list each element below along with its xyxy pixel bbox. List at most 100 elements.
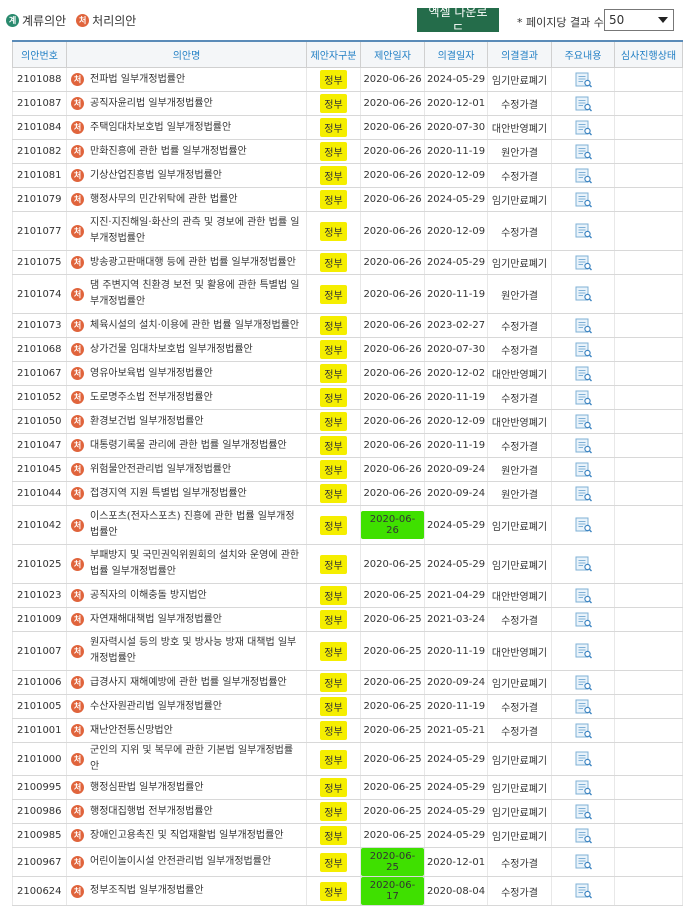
- perpage-value: 50: [609, 13, 625, 27]
- table-row: 2101079 처 행정사무의 민간위탁에 관한 법률안 정부 2020-06-…: [12, 187, 683, 212]
- document-search-icon[interactable]: [573, 804, 593, 820]
- document-search-icon[interactable]: [573, 723, 593, 739]
- bill-number: 2101079: [12, 187, 67, 212]
- document-search-icon[interactable]: [573, 828, 593, 844]
- bill-title-link[interactable]: 부패방지 및 국민권익위원회의 설치와 운영에 관한 법률 일부개정법률안: [90, 548, 302, 580]
- proposer-cell: 정부: [306, 607, 361, 632]
- table-row: 2101073 처 체육시설의 설치·이용에 관한 법률 일부개정법률안 정부 …: [12, 313, 683, 338]
- document-search-icon[interactable]: [573, 414, 593, 430]
- bill-title-link[interactable]: 환경보건법 일부개정법률안: [90, 414, 204, 430]
- bill-title-link[interactable]: 대통령기록물 관리에 관한 법률 일부개정법률안: [90, 438, 287, 454]
- bill-title-link[interactable]: 어린이놀이시설 안전관리법 일부개정법률안: [90, 854, 271, 870]
- col-decided-date[interactable]: 의결일자: [424, 40, 488, 68]
- table-row: 2101081 처 기상산업진흥법 일부개정법률안 정부 2020-06-26 …: [12, 163, 683, 188]
- document-search-icon[interactable]: [573, 255, 593, 271]
- document-search-icon[interactable]: [573, 643, 593, 659]
- table-row: 2101082 처 만화진흥에 관한 법률 일부개정법률안 정부 2020-06…: [12, 139, 683, 164]
- bill-title-link[interactable]: 공직자윤리법 일부개정법률안: [90, 96, 213, 112]
- proposed-date: 2020-06-26: [363, 368, 422, 379]
- col-result[interactable]: 의결결과: [487, 40, 552, 68]
- proposer-cell: 정부: [306, 361, 361, 386]
- bill-title-link[interactable]: 수산자원관리법 일부개정법률안: [90, 699, 222, 715]
- bill-title-link[interactable]: 재난안전통신망법안: [90, 723, 173, 739]
- bill-title-link[interactable]: 원자력시설 등의 방호 및 방사능 방재 대책법 일부개정법률안: [90, 635, 302, 667]
- document-search-icon[interactable]: [573, 438, 593, 454]
- bill-title-link[interactable]: 도로명주소법 전부개정법률안: [90, 390, 213, 406]
- perpage-label: * 페이지당 결과 수: [517, 16, 604, 29]
- bill-title-link[interactable]: 체육시설의 설치·이용에 관한 법률 일부개정법률안: [90, 318, 299, 334]
- bill-title-link[interactable]: 방송광고판매대행 등에 관한 법률 일부개정법률안: [90, 255, 296, 271]
- document-search-icon[interactable]: [573, 854, 593, 870]
- document-search-icon[interactable]: [573, 675, 593, 691]
- status-legend: 계 계류의안 처 처리의안: [6, 12, 136, 29]
- bill-title-link[interactable]: 지진·지진해일·화산의 관측 및 경보에 관한 법률 일부개정법률안: [90, 215, 302, 247]
- col-summary[interactable]: 주요내용: [551, 40, 615, 68]
- bill-title-cell: 처 만화진흥에 관한 법률 일부개정법률안: [66, 139, 307, 164]
- bill-title-link[interactable]: 기상산업진흥법 일부개정법률안: [90, 168, 222, 184]
- decided-date: 2020-09-24: [424, 670, 488, 695]
- document-search-icon[interactable]: [573, 318, 593, 334]
- bill-title-link[interactable]: 만화진흥에 관한 법률 일부개정법률안: [90, 144, 247, 160]
- document-search-icon[interactable]: [573, 751, 593, 767]
- bill-title-link[interactable]: 접경지역 지원 특별법 일부개정법률안: [90, 486, 247, 502]
- document-search-icon[interactable]: [573, 192, 593, 208]
- document-search-icon[interactable]: [573, 780, 593, 796]
- document-search-icon[interactable]: [573, 168, 593, 184]
- document-search-icon[interactable]: [573, 612, 593, 628]
- col-review-status[interactable]: 심사진행상태: [614, 40, 683, 68]
- bill-title-link[interactable]: 행정대집행법 전부개정법률안: [90, 804, 213, 820]
- document-search-icon[interactable]: [573, 486, 593, 502]
- document-search-icon[interactable]: [573, 588, 593, 604]
- col-bill-title[interactable]: 의안명: [66, 40, 307, 68]
- bill-title-link[interactable]: 정부조직법 일부개정법률안: [90, 883, 204, 899]
- bill-title-link[interactable]: 상가건물 임대차보호법 일부개정법률안: [90, 342, 253, 358]
- document-search-icon[interactable]: [573, 223, 593, 239]
- proposer-cell: 정부: [306, 187, 361, 212]
- bill-title-link[interactable]: 군인의 지위 및 복무에 관한 기본법 일부개정법률안: [90, 743, 302, 775]
- document-search-icon[interactable]: [573, 72, 593, 88]
- document-search-icon[interactable]: [573, 120, 593, 136]
- processed-badge-icon: 처: [71, 145, 84, 158]
- bill-number: 2100995: [12, 775, 67, 800]
- document-search-icon[interactable]: [573, 390, 593, 406]
- bill-title-link[interactable]: 영유아보육법 일부개정법률안: [90, 366, 213, 382]
- summary-cell: [551, 607, 615, 632]
- document-search-icon[interactable]: [573, 556, 593, 572]
- col-proposer[interactable]: 제안자구분: [306, 40, 361, 68]
- document-search-icon[interactable]: [573, 144, 593, 160]
- bill-title-link[interactable]: 장애인고용촉진 및 직업재활법 일부개정법률안: [90, 828, 284, 844]
- bill-title-link[interactable]: 댐 주변지역 친환경 보전 및 활용에 관한 특별법 일부개정법률안: [90, 278, 302, 310]
- bill-title-link[interactable]: 전파법 일부개정법률안: [90, 72, 185, 88]
- col-bill-number[interactable]: 의안번호: [12, 40, 67, 68]
- review-status: [614, 631, 683, 671]
- bill-title-link[interactable]: 급경사지 재해예방에 관한 법률 일부개정법률안: [90, 675, 287, 691]
- review-status: [614, 409, 683, 434]
- proposed-date-highlight: 2020-06-26: [361, 511, 424, 539]
- decided-date: 2020-11-19: [424, 433, 488, 458]
- table-row: 2101045 처 위험물안전관리법 일부개정법률안 정부 2020-06-26…: [12, 457, 683, 482]
- bill-title-link[interactable]: 자연재해대책법 일부개정법률안: [90, 612, 222, 628]
- decided-date: 2020-09-24: [424, 481, 488, 506]
- bill-title-link[interactable]: 행정심판법 일부개정법률안: [90, 780, 204, 796]
- col-proposed-date[interactable]: 제안일자: [360, 40, 425, 68]
- proposer-cell: 정부: [306, 67, 361, 92]
- bill-title-link[interactable]: 이스포츠(전자스포츠) 진흥에 관한 법률 일부개정법률안: [90, 509, 302, 541]
- document-search-icon[interactable]: [573, 462, 593, 478]
- document-search-icon[interactable]: [573, 517, 593, 533]
- perpage-select[interactable]: 50: [604, 9, 674, 31]
- bill-title-link[interactable]: 공직자의 이해충돌 방지법안: [90, 588, 207, 604]
- document-search-icon[interactable]: [573, 366, 593, 382]
- proposed-date: 2020-06-25: [363, 753, 422, 765]
- document-search-icon[interactable]: [573, 699, 593, 715]
- document-search-icon[interactable]: [573, 96, 593, 112]
- document-search-icon[interactable]: [573, 883, 593, 899]
- bill-title-link[interactable]: 위험물안전관리법 일부개정법률안: [90, 462, 231, 478]
- decided-date: 2020-11-19: [424, 139, 488, 164]
- document-search-icon[interactable]: [573, 286, 593, 302]
- bill-title-link[interactable]: 행정사무의 민간위탁에 관한 법률안: [90, 192, 238, 208]
- document-search-icon[interactable]: [573, 342, 593, 358]
- excel-download-button[interactable]: 엑셀 다운로드: [417, 5, 499, 36]
- bill-number: 2101009: [12, 607, 67, 632]
- processed-badge-icon: 처: [71, 855, 84, 869]
- bill-title-link[interactable]: 주택임대차보호법 일부개정법률안: [90, 120, 231, 136]
